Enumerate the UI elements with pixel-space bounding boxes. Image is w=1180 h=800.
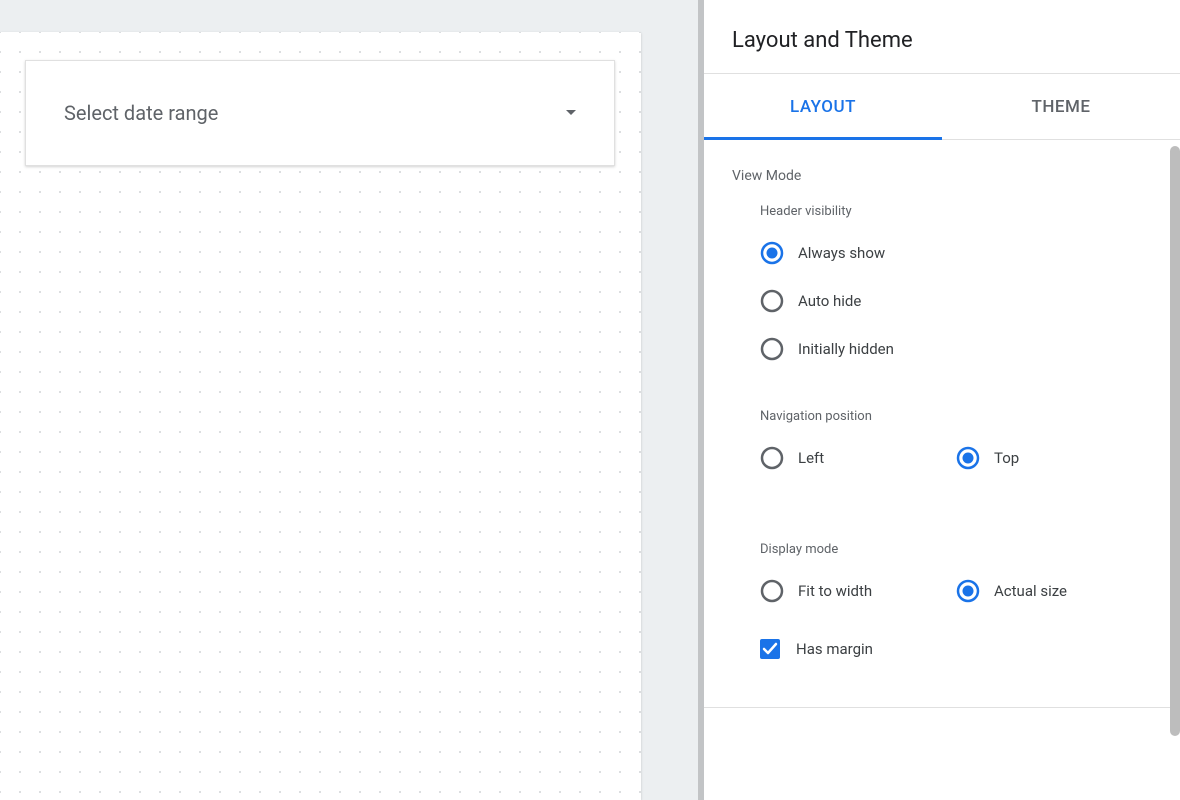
subsection-display-mode: Display mode Fit to width Actual size — [732, 542, 1152, 659]
radio-label: Fit to width — [798, 582, 872, 600]
radio-unselected-icon — [760, 289, 784, 313]
radio-selected-icon — [760, 241, 784, 265]
panel-title: Layout and Theme — [732, 28, 1152, 53]
tab-theme[interactable]: THEME — [942, 74, 1180, 139]
date-range-selector[interactable]: Select date range — [25, 60, 615, 166]
subsection-header-visibility: Header visibility Always show Auto hide … — [732, 204, 1152, 361]
panel-tabs: LAYOUT THEME — [704, 74, 1180, 140]
radio-fit-to-width[interactable]: Fit to width — [760, 579, 956, 603]
radio-unselected-icon — [760, 337, 784, 361]
tab-layout[interactable]: LAYOUT — [704, 74, 942, 139]
section-divider — [704, 707, 1180, 708]
radio-always-show[interactable]: Always show — [760, 241, 1152, 265]
panel-body: View Mode Header visibility Always show … — [704, 140, 1180, 799]
radio-nav-top[interactable]: Top — [956, 446, 1152, 470]
radio-label: Auto hide — [798, 292, 861, 310]
radio-actual-size[interactable]: Actual size — [956, 579, 1152, 603]
radio-selected-icon — [956, 446, 980, 470]
canvas-area: Select date range — [0, 0, 698, 800]
subsection-navigation-position: Navigation position Left Top — [732, 409, 1152, 494]
radio-label: Initially hidden — [798, 340, 894, 358]
checkbox-label: Has margin — [796, 640, 873, 658]
radio-label: Top — [994, 449, 1019, 467]
canvas-page[interactable]: Select date range — [0, 32, 641, 800]
radio-selected-icon — [956, 579, 980, 603]
checkbox-has-margin[interactable]: Has margin — [760, 639, 1152, 659]
header-visibility-title: Header visibility — [760, 204, 1152, 219]
navigation-position-title: Navigation position — [760, 409, 1152, 424]
checkbox-checked-icon — [760, 639, 780, 659]
radio-label: Actual size — [994, 582, 1067, 600]
radio-initially-hidden[interactable]: Initially hidden — [760, 337, 1152, 361]
panel-header: Layout and Theme — [704, 0, 1180, 74]
panel-scrollbar[interactable] — [1170, 140, 1180, 799]
date-range-label: Select date range — [64, 101, 218, 125]
radio-unselected-icon — [760, 446, 784, 470]
display-mode-title: Display mode — [760, 542, 1152, 557]
scrollbar-thumb[interactable] — [1170, 146, 1180, 736]
radio-nav-left[interactable]: Left — [760, 446, 956, 470]
section-view-mode: View Mode — [732, 168, 1152, 184]
caret-down-icon — [566, 108, 576, 119]
radio-unselected-icon — [760, 579, 784, 603]
radio-label: Always show — [798, 244, 885, 262]
properties-panel: Layout and Theme LAYOUT THEME View Mode … — [698, 0, 1180, 800]
radio-label: Left — [798, 449, 824, 467]
radio-auto-hide[interactable]: Auto hide — [760, 289, 1152, 313]
